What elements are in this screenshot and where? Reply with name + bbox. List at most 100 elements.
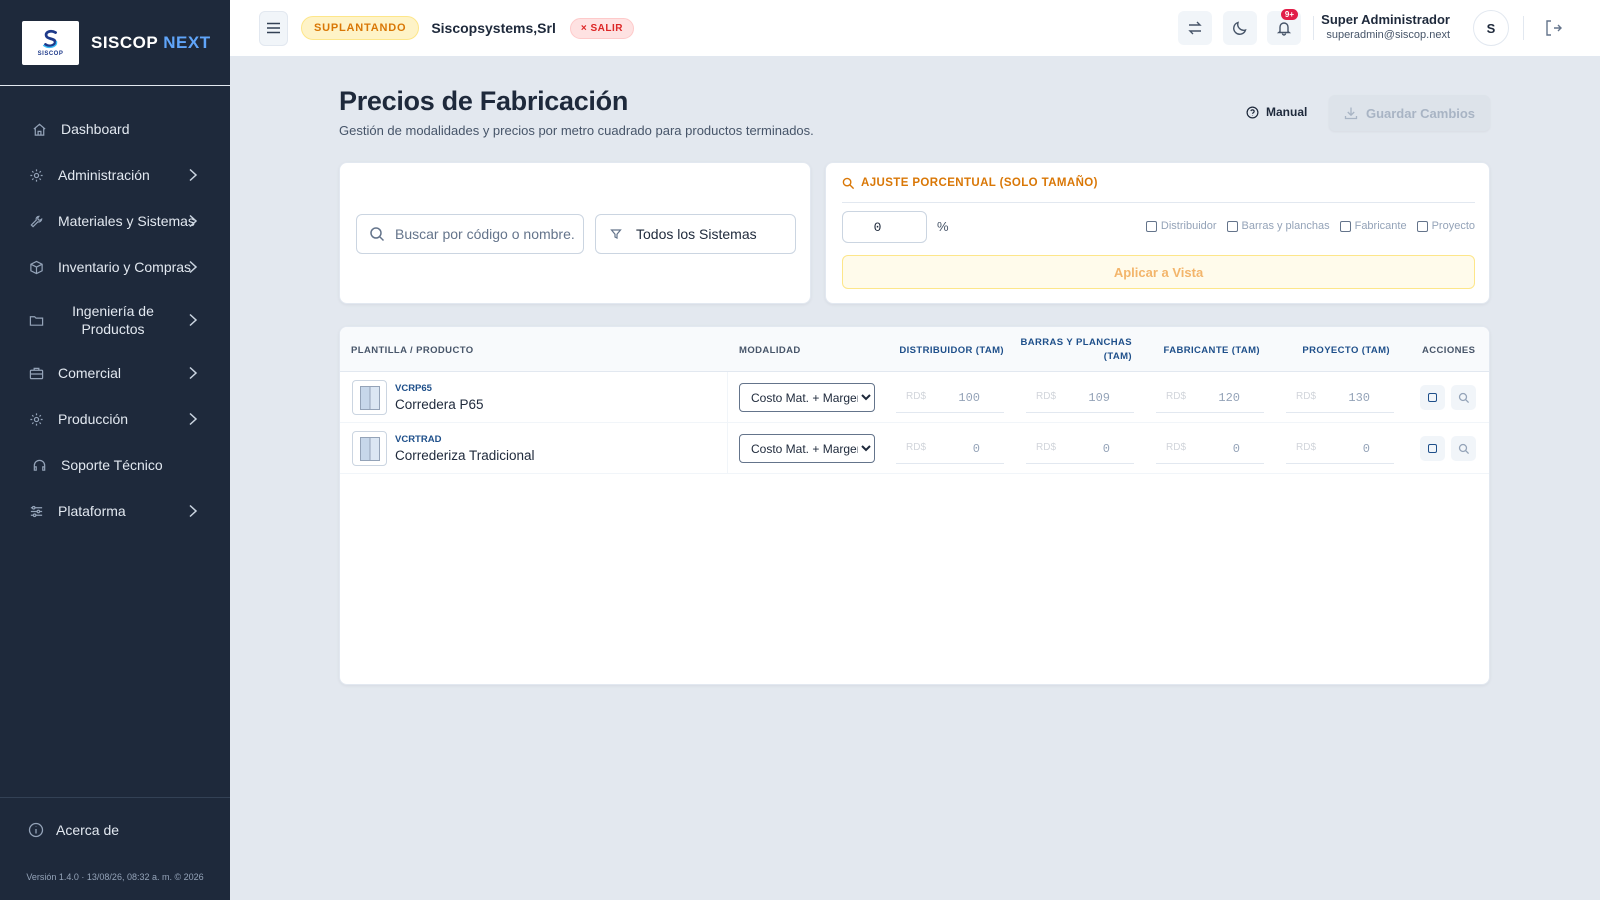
checkbox-box[interactable] <box>1416 220 1428 232</box>
price-value: 0 <box>1102 442 1110 456</box>
checkbox-box[interactable] <box>1226 220 1238 232</box>
brand[interactable]: SISCOP SISCOP NEXT <box>0 0 230 86</box>
siscop-logo-mark-icon <box>42 29 57 49</box>
price-manufacturer[interactable]: RD$ 0 <box>1156 433 1264 464</box>
about-link[interactable]: Acerca de <box>0 798 230 862</box>
price-bars[interactable]: RD$ 0 <box>1026 433 1134 464</box>
home-icon <box>31 121 47 137</box>
price-distributor[interactable]: RD$ 0 <box>896 433 1004 464</box>
price-distributor[interactable]: RD$ 100 <box>896 382 1004 413</box>
user-info[interactable]: Super Administrador superadmin@siscop.ne… <box>1290 12 1450 41</box>
save-changes-button[interactable]: Guardar Cambios <box>1329 95 1490 131</box>
sliders-icon <box>28 503 44 519</box>
percent-sign: % <box>937 219 949 234</box>
sidebar-item-produccion[interactable]: Producción <box>0 396 230 442</box>
table-row: VCRP65 Corredera P65 Costo Mat. + Margen… <box>340 372 1489 423</box>
sidebar-footer: Acerca de Versión 1.4.0 · 13/08/26, 08:3… <box>0 797 230 900</box>
inspect-button[interactable] <box>1451 385 1476 410</box>
edit-button[interactable] <box>1420 385 1445 410</box>
sidebar-item-plataforma[interactable]: Plataforma <box>0 488 230 534</box>
modality-select[interactable]: Costo Mat. + Margen <box>739 383 875 412</box>
checkbox-label: Fabricante <box>1354 220 1407 232</box>
price-bars[interactable]: RD$ 109 <box>1026 382 1134 413</box>
header-distributor: DISTRIBUIDOR (TAM) <box>899 345 1004 356</box>
sidebar-item-label: Administración <box>58 167 150 183</box>
inspect-button[interactable] <box>1451 436 1476 461</box>
sidebar-item-label: Producción <box>58 411 129 427</box>
sidebar-item-administracion[interactable]: Administración <box>0 152 230 198</box>
wrench-icon <box>28 213 44 229</box>
table-header: PLANTILLA / PRODUCTO MODALIDAD DISTRIBUI… <box>340 327 1489 372</box>
sidebar-item-ingenieria[interactable]: Ingeniería de Productos <box>0 290 230 350</box>
adjust-targets: Distribuidor Barras y planchas Fabricant… <box>1145 220 1475 232</box>
price-value: 109 <box>1088 391 1110 405</box>
edit-button[interactable] <box>1420 436 1445 461</box>
box-icon <box>28 259 44 275</box>
user-email: superadmin@siscop.next <box>1326 29 1450 41</box>
menu-toggle-button[interactable] <box>259 10 288 46</box>
help-circle-icon <box>1246 106 1259 118</box>
filters-card: Todos los Sistemas <box>339 162 811 304</box>
version-text: Versión 1.4.0 · 13/08/26, 08:32 a. m. © … <box>26 872 204 882</box>
search-input[interactable] <box>395 226 575 242</box>
modality-select[interactable]: Costo Mat. + Margen <box>739 434 875 463</box>
product-code: VCRTRAD <box>395 434 442 445</box>
page-subtitle: Gestión de modalidades y precios por met… <box>339 123 814 138</box>
chevron-right-icon <box>189 366 198 380</box>
sidebar-item-comercial[interactable]: Comercial <box>0 350 230 396</box>
logo-text: SISCOP <box>37 51 64 57</box>
checkbox-proyecto[interactable]: Proyecto <box>1416 220 1475 232</box>
exit-impersonation-button[interactable]: × SALIR <box>569 17 634 39</box>
logout-icon[interactable] <box>1543 18 1563 38</box>
sidebar-item-inventario[interactable]: Inventario y Compras <box>0 244 230 290</box>
search-field[interactable] <box>356 214 584 254</box>
square-icon <box>1428 444 1437 453</box>
sidebar-item-label: Materiales y Sistemas <box>58 213 195 229</box>
square-icon <box>1428 393 1437 402</box>
save-changes-label: Guardar Cambios <box>1365 105 1476 121</box>
percentage-input[interactable] <box>842 211 927 243</box>
chevron-right-icon <box>189 504 198 518</box>
header-product: PLANTILLA / PRODUCTO <box>351 345 474 356</box>
switch-button[interactable] <box>1178 11 1212 45</box>
chevron-right-icon <box>189 214 198 228</box>
price-project[interactable]: RD$ 0 <box>1286 433 1394 464</box>
adjust-title: AJUSTE PORCENTUAL (SOLO TAMAÑO) <box>861 177 1098 189</box>
currency-label: RD$ <box>1166 442 1187 453</box>
sidebar-item-dashboard[interactable]: Dashboard <box>0 106 230 152</box>
search-icon <box>1458 443 1469 454</box>
gear-icon <box>28 167 44 183</box>
sidebar-item-label: Soporte Técnico <box>61 457 163 473</box>
system-filter-select[interactable]: Todos los Sistemas <box>595 214 796 254</box>
theme-toggle-button[interactable] <box>1223 11 1257 45</box>
avatar[interactable]: S <box>1473 10 1509 46</box>
checkbox-barras[interactable]: Barras y planchas <box>1226 220 1330 232</box>
header-modality: MODALIDAD <box>739 345 801 356</box>
price-value: 0 <box>1232 442 1240 456</box>
checkbox-label: Proyecto <box>1431 220 1475 232</box>
currency-label: RD$ <box>1036 442 1057 453</box>
currency-label: RD$ <box>1166 391 1187 402</box>
checkbox-distribuidor[interactable]: Distribuidor <box>1145 220 1217 232</box>
apply-to-view-button[interactable]: Aplicar a Vista <box>842 255 1475 289</box>
system-filter-value: Todos los Sistemas <box>636 226 757 242</box>
checkbox-fabricante[interactable]: Fabricante <box>1339 220 1407 232</box>
price-project[interactable]: RD$ 130 <box>1286 382 1394 413</box>
moon-icon <box>1233 21 1247 35</box>
checkbox-box[interactable] <box>1339 220 1351 232</box>
sidebar-item-materiales[interactable]: Materiales y Sistemas <box>0 198 230 244</box>
sidebar-item-soporte[interactable]: Soporte Técnico <box>0 442 230 488</box>
manual-button[interactable]: Manual <box>1246 105 1307 119</box>
sidebar-item-label: Inventario y Compras <box>58 259 192 275</box>
currency-label: RD$ <box>1296 442 1317 453</box>
siscop-logo: SISCOP <box>22 20 79 65</box>
sidebar: SISCOP SISCOP NEXT Dashboard Administraci… <box>0 0 230 900</box>
chevron-right-icon <box>189 168 198 182</box>
product-thumbnail <box>352 380 387 415</box>
sidebar-item-label: Plataforma <box>58 503 126 519</box>
adjust-header: AJUSTE PORCENTUAL (SOLO TAMAÑO) <box>842 177 1475 203</box>
checkbox-box[interactable] <box>1145 220 1157 232</box>
chevron-right-icon <box>189 260 198 274</box>
chevron-right-icon <box>189 412 198 426</box>
price-manufacturer[interactable]: RD$ 120 <box>1156 382 1264 413</box>
